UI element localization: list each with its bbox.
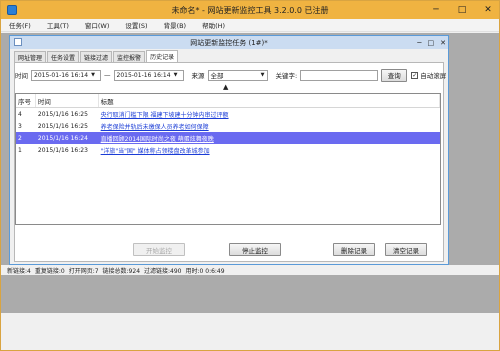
app-window: 未命名* - 网站更新监控工具 3.2.0.0 已注册 ─ □ ✕ 任务(F) … <box>0 0 500 351</box>
splitter-arrow-icon[interactable]: ▲ <box>223 83 228 91</box>
minimize-icon[interactable]: ─ <box>429 5 443 15</box>
close-icon[interactable]: ✕ <box>440 39 446 47</box>
row-index: 4 <box>18 110 22 118</box>
status-total-links: 链接总数:924 <box>102 267 141 275</box>
menu-tools[interactable]: 工具(T) <box>47 20 69 30</box>
window-controls: ─ □ ✕ <box>429 1 495 19</box>
maximize-icon[interactable]: □ <box>428 39 435 47</box>
menu-background[interactable]: 背景(B) <box>164 20 187 30</box>
menu-help[interactable]: 帮助(H) <box>202 20 225 30</box>
row-time: 2015/1/16 16:25 <box>37 110 88 118</box>
table-row[interactable]: 3 2015/1/16 16:25 养老保险并轨后未缴保人员养老如何保障 <box>16 120 440 132</box>
history-list: 序号 时间 标题 4 2015/1/16 16:25 央行取消门槛下限 福建下坡… <box>15 93 441 225</box>
row-title-link[interactable]: 养老保险并轨后未缴保人员养老如何保障 <box>99 122 440 131</box>
tab-strip: 网址管理 任务设置 链接过滤 监控报警 历史记录 <box>14 50 179 62</box>
app-title: 未命名* - 网站更新监控工具 3.2.0.0 已注册 <box>171 5 329 15</box>
status-elapsed-time: 用时:0 0:6:49 <box>185 267 225 275</box>
clear-records-button[interactable]: 清空记录 <box>385 243 427 256</box>
menu-settings[interactable]: 设置(S) <box>125 20 147 30</box>
column-header-time[interactable]: 时间 <box>36 94 99 107</box>
status-bar: 新链接:4 重复链接:0 打开网页:7 链接总数:924 过滤链接:490 用时… <box>1 265 499 275</box>
date-to-picker[interactable]: 2015-01-16 16:14 ▼ <box>113 69 184 81</box>
delete-records-button[interactable]: 删除记录 <box>333 243 375 256</box>
source-label: 来源 <box>191 72 205 80</box>
start-monitor-button[interactable]: 开始监控 <box>133 243 185 256</box>
tab-history[interactable]: 历史记录 <box>146 50 179 62</box>
row-time: 2015/1/16 16:23 <box>37 146 88 154</box>
close-icon[interactable]: ✕ <box>481 5 495 15</box>
column-header-title[interactable]: 标题 <box>99 94 441 107</box>
table-row[interactable]: 4 2015/1/16 16:25 央行取消门槛下限 福建下坡建十分钟内审过评额 <box>16 108 440 120</box>
menu-window[interactable]: 窗口(W) <box>85 20 110 30</box>
keyword-input[interactable] <box>300 69 379 81</box>
time-label: 时间 <box>15 72 28 80</box>
tab-task-settings[interactable]: 任务设置 <box>47 51 80 62</box>
chevron-down-icon[interactable]: ▼ <box>91 72 95 78</box>
date-from-value: 2015-01-16 16:14 <box>34 71 89 79</box>
app-icon <box>7 5 17 15</box>
source-select[interactable]: 全部 ▼ <box>207 69 268 81</box>
row-index: 2 <box>18 134 22 142</box>
table-row-selected[interactable]: 2 2015/1/16 16:24 直播回顾2014国际时尚之夜 萌蛋炫舞夜晚 <box>16 132 440 144</box>
menu-bar: 任务(F) 工具(T) 窗口(W) 设置(S) 背景(B) 帮助(H) <box>1 19 499 32</box>
column-header-index[interactable]: 序号 <box>16 94 36 107</box>
row-title-link[interactable]: 直播回顾2014国际时尚之夜 萌蛋炫舞夜晚 <box>99 134 440 143</box>
minimize-icon[interactable]: ─ <box>417 39 421 47</box>
date-to-value: 2015-01-16 16:14 <box>116 71 171 79</box>
task-window-controls: ─ □ ✕ <box>417 36 446 49</box>
date-from-picker[interactable]: 2015-01-16 16:14 ▼ <box>31 69 101 81</box>
row-title-link[interactable]: "洋旅"当"国" 媒体称占领楼盘改革城参加 <box>99 146 440 155</box>
row-time: 2015/1/16 16:25 <box>37 122 88 130</box>
chevron-down-icon[interactable]: ▼ <box>174 72 178 78</box>
task-window-title: 网站更新监控任务 (1#)* <box>190 38 268 47</box>
history-list-header: 序号 时间 标题 <box>16 94 441 108</box>
keyword-label: 关键字: <box>275 72 298 80</box>
chevron-down-icon[interactable]: ▼ <box>261 72 265 78</box>
row-index: 3 <box>18 122 22 130</box>
status-filtered-links: 过滤链接:490 <box>144 267 182 275</box>
tab-link-filter[interactable]: 链接过滤 <box>80 51 113 62</box>
window-icon <box>14 38 22 46</box>
row-title-link[interactable]: 央行取消门槛下限 福建下坡建十分钟内审过评额 <box>99 110 440 119</box>
status-duplicate-links: 重复链接:0 <box>34 267 65 275</box>
tab-monitor-alarm[interactable]: 监控报警 <box>113 51 146 62</box>
stop-monitor-button[interactable]: 停止监控 <box>229 243 281 256</box>
title-bar: 未命名* - 网站更新监控工具 3.2.0.0 已注册 ─ □ ✕ <box>1 1 499 19</box>
row-index: 1 <box>18 146 22 154</box>
auto-scroll-checkbox[interactable]: ✓ 自动滚屏 <box>411 70 446 80</box>
row-time: 2015/1/16 16:24 <box>37 134 88 142</box>
status-new-links: 新链接:4 <box>7 267 31 275</box>
date-separator: — <box>104 71 111 79</box>
status-open-pages: 打开网页:7 <box>68 267 99 275</box>
query-button[interactable]: 查询 <box>381 68 408 82</box>
table-row[interactable]: 1 2015/1/16 16:23 "洋旅"当"国" 媒体称占领楼盘改革城参加 <box>16 144 440 156</box>
maximize-icon[interactable]: □ <box>455 5 469 15</box>
filter-row: 时间 2015-01-16 16:14 ▼ — 2015-01-16 16:14… <box>15 68 446 82</box>
source-value: 全部 <box>210 72 224 80</box>
checkbox-checked-icon[interactable]: ✓ <box>411 71 419 79</box>
task-window-title-bar: 网站更新监控任务 (1#)* ─ □ ✕ <box>10 36 448 49</box>
menu-task[interactable]: 任务(F) <box>9 20 31 30</box>
auto-scroll-label: 自动滚屏 <box>420 72 447 80</box>
tab-url-management[interactable]: 网址管理 <box>14 51 47 62</box>
